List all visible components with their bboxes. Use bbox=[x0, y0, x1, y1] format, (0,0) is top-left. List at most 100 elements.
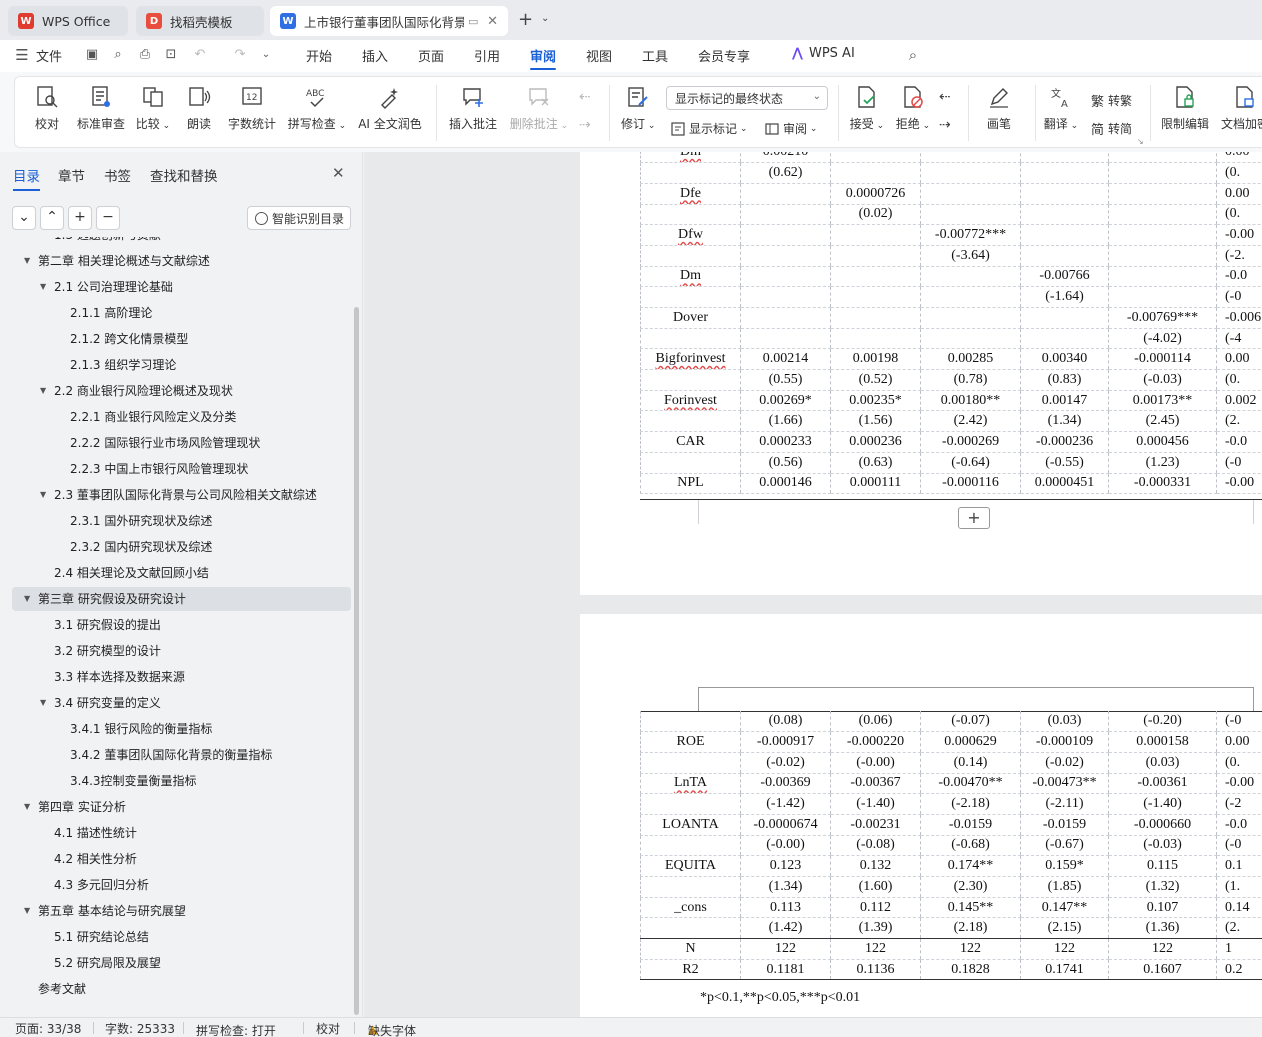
coefficient-cell[interactable] bbox=[1020, 183, 1109, 205]
search-icon[interactable]: ⌕ bbox=[905, 47, 921, 63]
coefficient-cell[interactable]: (1.36) bbox=[1108, 917, 1217, 940]
toc-item[interactable]: 2.3.2 国内研究现状及综述 bbox=[12, 535, 351, 559]
coefficient-cell[interactable]: 122 bbox=[830, 938, 921, 960]
coefficient-cell[interactable]: -0.000660 bbox=[1108, 814, 1217, 836]
expand-arrow-icon[interactable]: ▼ bbox=[24, 249, 30, 273]
coefficient-cell[interactable]: (-0 bbox=[1216, 711, 1262, 733]
coefficient-cell[interactable]: (0. bbox=[1216, 369, 1262, 391]
coefficient-cell[interactable] bbox=[1108, 183, 1217, 205]
coefficient-cell[interactable]: (1.42) bbox=[740, 917, 831, 940]
toc-item[interactable]: ▼ 第四章 实证分析 bbox=[12, 795, 351, 819]
coefficient-cell[interactable]: 0.1741 bbox=[1020, 959, 1109, 981]
coefficient-cell[interactable] bbox=[830, 307, 921, 329]
coefficient-cell[interactable] bbox=[740, 266, 831, 288]
coefficient-cell[interactable]: (2.15) bbox=[1020, 917, 1109, 940]
coefficient-cell[interactable]: (0.55) bbox=[740, 369, 831, 391]
coefficient-cell[interactable]: -0.000109 bbox=[1020, 731, 1109, 753]
variable-name-cell[interactable] bbox=[640, 369, 741, 391]
menu-references[interactable]: 引用 bbox=[474, 46, 500, 65]
variable-name-cell[interactable] bbox=[640, 162, 741, 184]
coefficient-cell[interactable] bbox=[920, 286, 1021, 308]
coefficient-cell[interactable] bbox=[920, 266, 1021, 288]
new-tab-icon[interactable]: + bbox=[518, 9, 533, 30]
toc-item[interactable]: 3.4.3控制变量衡量指标 bbox=[12, 769, 351, 793]
undo-icon[interactable]: ↶ bbox=[192, 47, 208, 63]
coefficient-cell[interactable]: -0.000116 bbox=[920, 473, 1021, 495]
add-row-button[interactable]: + bbox=[958, 507, 990, 529]
variable-name-cell[interactable]: Bigforinvest bbox=[640, 348, 741, 371]
tab-wps-office[interactable]: W WPS Office bbox=[8, 6, 128, 36]
expand-arrow-icon[interactable]: ▼ bbox=[24, 899, 30, 923]
coefficient-cell[interactable]: -0.0159 bbox=[920, 814, 1021, 836]
coefficient-cell[interactable]: (0.03) bbox=[1020, 711, 1109, 733]
coefficient-cell[interactable]: -0.000269 bbox=[920, 431, 1021, 453]
coefficient-cell[interactable]: (-0.00) bbox=[740, 835, 831, 857]
coefficient-cell[interactable]: -0.0 bbox=[1216, 431, 1262, 453]
coefficient-cell[interactable]: 0.174** bbox=[920, 855, 1021, 877]
variable-name-cell[interactable]: LnTA bbox=[640, 773, 741, 795]
coefficient-cell[interactable] bbox=[1020, 307, 1109, 329]
toc-item[interactable]: 3.3 样本选择及数据来源 bbox=[12, 665, 351, 689]
coefficient-cell[interactable]: (-4.02) bbox=[1108, 328, 1217, 350]
pen-button[interactable]: 画笔 bbox=[985, 85, 1013, 132]
toc-item[interactable]: ▼ 2.2 商业银行风险理论概述及现状 bbox=[12, 379, 351, 403]
coefficient-cell[interactable]: 0.000629 bbox=[920, 731, 1021, 753]
coefficient-cell[interactable] bbox=[1108, 162, 1217, 184]
toc-item[interactable]: 4.3 多元回归分析 bbox=[12, 873, 351, 897]
variable-name-cell[interactable] bbox=[640, 452, 741, 474]
coefficient-cell[interactable]: -0.00231 bbox=[830, 814, 921, 836]
menu-page[interactable]: 页面 bbox=[418, 46, 444, 65]
variable-name-cell[interactable] bbox=[640, 711, 741, 733]
coefficient-cell[interactable]: 0.002 bbox=[1216, 390, 1262, 412]
variable-name-cell[interactable]: Dover bbox=[640, 307, 741, 329]
coefficient-cell[interactable] bbox=[830, 328, 921, 350]
export-icon[interactable]: ⌕ bbox=[110, 47, 126, 63]
coefficient-cell[interactable] bbox=[740, 307, 831, 329]
spell-check-button[interactable]: ABC 拼写检查 ⌄ bbox=[287, 85, 347, 132]
coefficient-cell[interactable]: (-0.02) bbox=[1020, 752, 1109, 774]
ai-polish-button[interactable]: AI 全文润色 bbox=[357, 85, 423, 132]
expand-arrow-icon[interactable]: ▼ bbox=[24, 587, 30, 611]
expand-arrow-icon[interactable]: ▼ bbox=[40, 691, 46, 715]
coefficient-cell[interactable] bbox=[830, 266, 921, 288]
variable-name-cell[interactable]: Dfw bbox=[640, 224, 741, 246]
coefficient-cell[interactable]: (-2.11) bbox=[1020, 793, 1109, 815]
coefficient-cell[interactable]: 0.00285 bbox=[920, 348, 1021, 371]
coefficient-cell[interactable]: (-2.18) bbox=[920, 793, 1021, 815]
coefficient-cell[interactable]: -0.000236 bbox=[1020, 431, 1109, 453]
toc-item[interactable]: 2.2.3 中国上市银行风险管理现状 bbox=[12, 457, 351, 481]
display-state-select[interactable]: 显示标记的最终状态 ⌄ bbox=[666, 86, 828, 110]
coefficient-cell[interactable] bbox=[740, 286, 831, 308]
tab-current-document[interactable]: W 上市银行董事团队国际化背景对 ▭ ✕ bbox=[270, 6, 508, 36]
coefficient-cell[interactable]: (1.34) bbox=[740, 876, 831, 898]
menu-insert[interactable]: 插入 bbox=[362, 46, 388, 65]
coefficient-cell[interactable]: (-0.08) bbox=[830, 835, 921, 857]
coefficient-cell[interactable] bbox=[740, 245, 831, 267]
coefficient-cell[interactable]: 0.000111 bbox=[830, 473, 921, 495]
coefficient-cell[interactable] bbox=[830, 224, 921, 246]
panel-tab-toc[interactable]: 目录 bbox=[13, 165, 40, 191]
coefficient-cell[interactable] bbox=[1020, 204, 1109, 226]
coefficient-cell[interactable]: 0.00198 bbox=[830, 348, 921, 371]
coefficient-cell[interactable] bbox=[1108, 224, 1217, 246]
coefficient-cell[interactable] bbox=[920, 162, 1021, 184]
variable-name-cell[interactable]: Dm bbox=[640, 152, 741, 164]
coefficient-cell[interactable]: 0.2 bbox=[1216, 959, 1262, 981]
toc-item[interactable]: 1.3 选题创新与贡献 bbox=[12, 237, 351, 247]
variable-name-cell[interactable]: Dm bbox=[640, 266, 741, 288]
variable-name-cell[interactable] bbox=[640, 328, 741, 350]
coefficient-cell[interactable]: -0.00 bbox=[1216, 224, 1262, 246]
coefficient-cell[interactable]: 0.132 bbox=[830, 855, 921, 877]
coefficient-cell[interactable]: (2. bbox=[1216, 410, 1262, 433]
coefficient-cell[interactable] bbox=[830, 286, 921, 308]
toc-item[interactable]: 5.2 研究局限及展望 bbox=[12, 951, 351, 975]
coefficient-cell[interactable]: 0.00173** bbox=[1108, 390, 1217, 412]
add-heading-button[interactable]: + bbox=[68, 206, 92, 230]
print-icon[interactable]: ⎙ bbox=[137, 47, 153, 63]
coefficient-cell[interactable]: -0.0159 bbox=[1020, 814, 1109, 836]
expand-arrow-icon[interactable]: ▼ bbox=[40, 275, 46, 299]
coefficient-cell[interactable]: (-0 bbox=[1216, 835, 1262, 857]
coefficient-cell[interactable]: (0.02) bbox=[830, 204, 921, 226]
coefficient-cell[interactable]: -0.0000674 bbox=[740, 814, 831, 836]
coefficient-cell[interactable]: (-0.67) bbox=[1020, 835, 1109, 857]
